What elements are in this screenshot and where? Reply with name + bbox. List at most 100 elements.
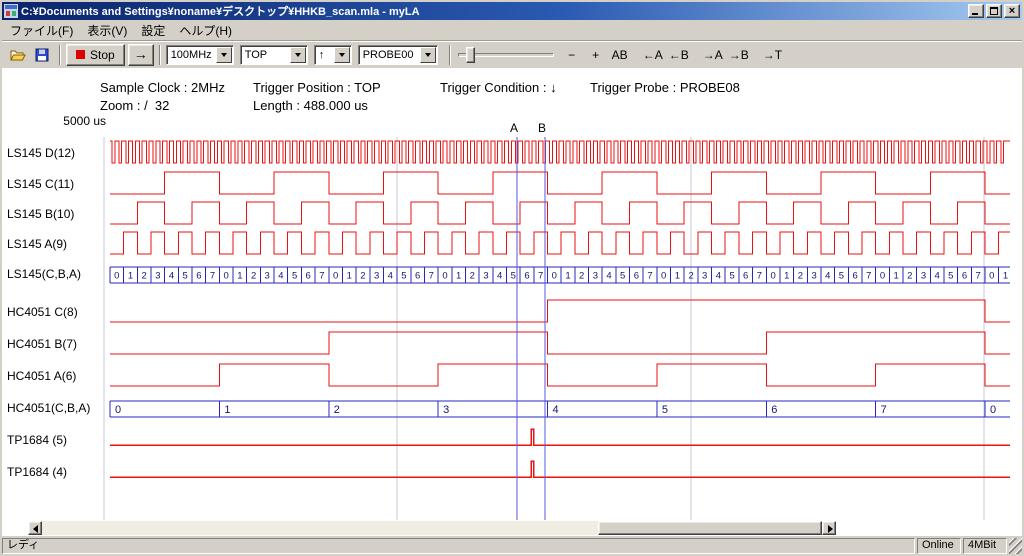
bus-value: 3 bbox=[702, 271, 707, 282]
goto-b-left-button[interactable]: ←B bbox=[666, 44, 692, 66]
status-message: レディ bbox=[2, 538, 915, 554]
waveform-9 bbox=[110, 429, 1010, 445]
close-button[interactable] bbox=[1004, 4, 1020, 18]
open-button[interactable] bbox=[6, 44, 30, 66]
toolbar-separator bbox=[449, 45, 451, 65]
bus-value: 7 bbox=[210, 271, 215, 282]
bus-value: 4 bbox=[934, 271, 939, 282]
bus-value: 1 bbox=[128, 271, 133, 282]
bus-value: 4 bbox=[388, 271, 393, 282]
bus-value: 2 bbox=[798, 271, 803, 282]
scroll-left-button[interactable] bbox=[28, 521, 42, 535]
chevron-down-icon[interactable] bbox=[420, 47, 436, 63]
stop-icon bbox=[76, 50, 85, 59]
chevron-down-icon[interactable] bbox=[216, 47, 232, 63]
chevron-down-icon[interactable] bbox=[290, 47, 306, 63]
trigger-probe-info: Trigger Probe : PROBE08 bbox=[590, 80, 740, 95]
close-icon bbox=[1005, 5, 1019, 17]
length-info: Length : 488.000 us bbox=[253, 98, 368, 113]
sample-clock-select[interactable]: 100MHz bbox=[166, 45, 234, 65]
maximize-button[interactable] bbox=[986, 4, 1002, 18]
bus-value: 5 bbox=[662, 404, 668, 416]
arrow-right-icon bbox=[828, 525, 833, 533]
zoom-out-button[interactable]: − bbox=[560, 44, 584, 66]
goto-trigger-button[interactable]: →T bbox=[760, 44, 785, 66]
trigger-position-info: Trigger Position : TOP bbox=[253, 80, 381, 95]
waveform-pane: 0123456701234567012345670123456701234567… bbox=[2, 68, 1022, 536]
goto-a-left-button[interactable]: ←A bbox=[640, 44, 666, 66]
horizontal-scrollbar[interactable] bbox=[28, 521, 836, 535]
menu-file[interactable]: ファイル(F) bbox=[3, 19, 80, 42]
stop-label: Stop bbox=[90, 48, 115, 62]
bus-value: 1 bbox=[784, 271, 789, 282]
stop-button[interactable]: Stop bbox=[66, 44, 125, 66]
scroll-thumb[interactable] bbox=[598, 521, 822, 535]
bus-value: 5 bbox=[839, 271, 844, 282]
bus-value: 7 bbox=[319, 271, 324, 282]
bus-value: 1 bbox=[565, 271, 570, 282]
resize-grip[interactable] bbox=[1009, 538, 1022, 554]
toolbar: Stop → 100MHz TOP ↑ PROBE00 − + AB ←A ←B bbox=[2, 40, 1022, 68]
bus-value: 6 bbox=[196, 271, 201, 282]
bus-value: 0 bbox=[115, 404, 121, 416]
open-folder-icon bbox=[10, 47, 26, 63]
trigger-position-value: TOP bbox=[241, 49, 290, 61]
app-icon bbox=[4, 4, 18, 18]
goto-a-right-button[interactable]: →A bbox=[700, 44, 726, 66]
waveform-2 bbox=[110, 202, 1010, 224]
waveform-canvas[interactable]: 0123456701234567012345670123456701234567… bbox=[2, 68, 1022, 536]
toolbar-separator bbox=[159, 45, 161, 65]
zoom-slider[interactable] bbox=[458, 45, 554, 65]
bus-value: 1 bbox=[224, 404, 230, 416]
bus-value: 5 bbox=[511, 271, 516, 282]
trigger-edge-select[interactable]: ↑ bbox=[314, 45, 352, 65]
cursor-b-label[interactable]: B bbox=[536, 121, 548, 135]
bus-value: 7 bbox=[881, 404, 887, 416]
scroll-right-button[interactable] bbox=[822, 521, 836, 535]
title-bar[interactable]: C:¥Documents and Settings¥noname¥デスクトップ¥… bbox=[2, 2, 1022, 20]
trigger-probe-value: PROBE00 bbox=[359, 49, 420, 61]
bus-value: 6 bbox=[634, 271, 639, 282]
waveform-5 bbox=[110, 300, 1010, 322]
bus-value: 5 bbox=[401, 271, 406, 282]
waveform-1 bbox=[110, 172, 1010, 194]
bus-value: 2 bbox=[907, 271, 912, 282]
bus-value: 6 bbox=[852, 271, 857, 282]
trigger-position-select[interactable]: TOP bbox=[240, 45, 308, 65]
waveform-3 bbox=[110, 232, 1010, 254]
bus-value: 7 bbox=[429, 271, 434, 282]
save-button[interactable] bbox=[30, 44, 54, 66]
menu-view[interactable]: 表示(V) bbox=[80, 19, 134, 42]
bus-value: 3 bbox=[483, 271, 488, 282]
goto-b-right-button[interactable]: →B bbox=[726, 44, 752, 66]
ab-button[interactable]: AB bbox=[608, 44, 632, 66]
status-bar: レディ Online 4MBit bbox=[2, 536, 1022, 554]
bus-value: 6 bbox=[415, 271, 420, 282]
bus-value: 4 bbox=[497, 271, 502, 282]
menu-help[interactable]: ヘルプ(H) bbox=[172, 19, 239, 42]
slider-thumb[interactable] bbox=[466, 47, 475, 63]
waveform-10 bbox=[110, 461, 1010, 477]
maximize-icon bbox=[990, 7, 998, 15]
bus-value: 1 bbox=[237, 271, 242, 282]
bus-value: 3 bbox=[374, 271, 379, 282]
scroll-track[interactable] bbox=[42, 521, 822, 535]
chevron-down-icon[interactable] bbox=[334, 47, 350, 63]
bus-value: 2 bbox=[360, 271, 365, 282]
sample-clock-value: 100MHz bbox=[167, 49, 216, 61]
window-title: C:¥Documents and Settings¥noname¥デスクトップ¥… bbox=[21, 3, 966, 19]
time-scale-label: 5000 us bbox=[38, 114, 106, 128]
cursor-a-label[interactable]: A bbox=[508, 121, 520, 135]
run-button[interactable]: → bbox=[128, 44, 154, 66]
trigger-probe-select[interactable]: PROBE00 bbox=[358, 45, 438, 65]
minimize-button[interactable] bbox=[968, 4, 984, 18]
zoom-in-button[interactable]: + bbox=[584, 44, 608, 66]
waveform-7 bbox=[110, 364, 1010, 386]
bus-value: 1 bbox=[347, 271, 352, 282]
bus-value: 0 bbox=[333, 271, 338, 282]
menu-settings[interactable]: 設定 bbox=[134, 19, 172, 42]
bus-value: 4 bbox=[278, 271, 283, 282]
bus-value: 3 bbox=[265, 271, 270, 282]
bus-value: 0 bbox=[114, 271, 119, 282]
arrow-left-icon bbox=[33, 525, 38, 533]
